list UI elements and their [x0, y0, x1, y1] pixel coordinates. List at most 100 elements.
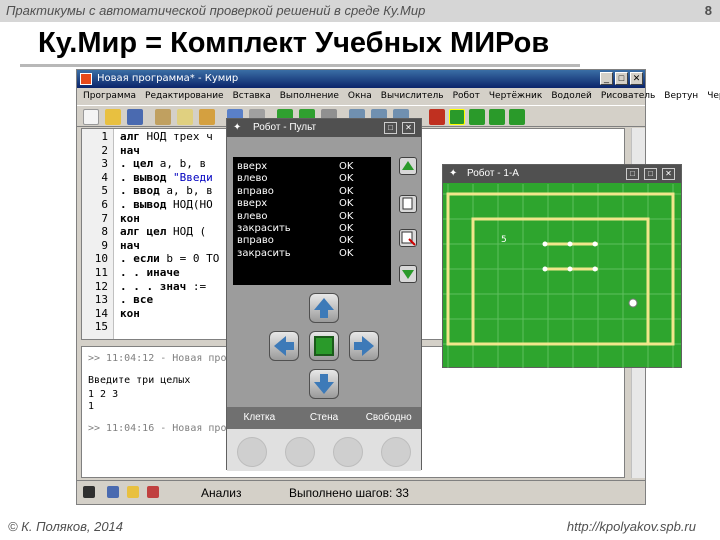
menu-item[interactable]: Программа — [83, 91, 136, 101]
line-number: 1 — [101, 130, 108, 143]
output-line: >> 11:04:16 - Новая прог — [88, 423, 233, 434]
robot-field-2-icon[interactable] — [469, 109, 485, 125]
pin-icon[interactable]: ✦ — [233, 122, 241, 133]
slide-title: Ку.Мир = Комплект Учебных МИРов — [38, 27, 550, 59]
menu-item[interactable]: Рисователь — [601, 91, 655, 101]
clear-log-button[interactable] — [399, 229, 417, 247]
code-line[interactable]: нач — [120, 240, 140, 251]
field-restore-button[interactable]: □ — [644, 168, 657, 180]
save-icon[interactable] — [127, 109, 143, 125]
menu-item[interactable]: Чертёжник — [489, 91, 542, 101]
open-folder-icon[interactable] — [105, 109, 121, 125]
field-markers — [542, 241, 598, 272]
code-keyword: . вывод — [120, 170, 173, 184]
menu-item[interactable]: Редактирование — [145, 91, 224, 101]
code-line[interactable]: . вывод "Введи — [120, 172, 213, 183]
code-line[interactable]: . если b = 0 ТО — [120, 253, 219, 264]
indicator-3[interactable] — [333, 437, 363, 467]
counter-icon[interactable] — [429, 109, 445, 125]
sensor-label[interactable]: Свободно — [356, 407, 421, 429]
console-close-button[interactable]: ✕ — [402, 122, 415, 134]
log-result: OK — [339, 210, 354, 222]
new-file-icon[interactable] — [83, 109, 99, 125]
menu-item[interactable]: Вставка — [233, 91, 271, 101]
scroll-down-button[interactable] — [399, 265, 417, 283]
code-keyword: . все — [120, 293, 154, 307]
left-arrow-icon — [274, 336, 294, 356]
output-line: 1 2 3 — [88, 389, 119, 400]
robot-field-icon[interactable] — [449, 109, 465, 125]
code-text: := — [192, 279, 207, 293]
code-line[interactable]: . цел a, b, в — [120, 158, 206, 169]
menu-item[interactable]: Водолей — [551, 91, 592, 101]
copy-log-button[interactable] — [399, 195, 417, 213]
paint-button[interactable] — [309, 331, 339, 361]
code-line[interactable]: . все — [120, 294, 153, 305]
slide-header: Практикумы с автоматической проверкой ре… — [6, 3, 426, 18]
arrow-up-icon — [402, 161, 414, 170]
field-close-button[interactable]: ✕ — [662, 168, 675, 180]
code-keyword: . . . знач — [120, 279, 193, 293]
open-output-icon[interactable] — [127, 486, 139, 498]
robot-field-grid[interactable]: 5 — [443, 184, 681, 368]
down-arrow-icon — [314, 374, 334, 394]
field-titlebar[interactable]: ✦ Робот - 1-А □ □ ✕ — [443, 165, 681, 183]
log-command: влево — [237, 210, 268, 222]
window-titlebar[interactable]: Новая программа* - Кумир _ □ ✕ — [77, 70, 645, 88]
scroll-up-button[interactable] — [399, 157, 417, 175]
line-number: 15 — [94, 320, 108, 334]
close-button[interactable]: ✕ — [630, 72, 643, 85]
sensor-bar: Клетка Стена Свободно — [227, 407, 421, 429]
robot-field-4-icon[interactable] — [509, 109, 525, 125]
indicator-1[interactable] — [237, 437, 267, 467]
code-line[interactable]: алг цел НОД ( — [120, 226, 206, 237]
sensor-label[interactable]: Стена — [292, 407, 357, 429]
move-up-button[interactable] — [309, 293, 339, 323]
code-line[interactable]: нач — [120, 145, 140, 156]
code-line[interactable]: . вывод НОД(НО — [120, 199, 213, 210]
log-command: вверх — [237, 198, 268, 210]
code-line[interactable]: . ввод a, b, в — [120, 185, 213, 196]
menu-item[interactable]: Выполнение — [280, 91, 339, 101]
code-line[interactable]: алг НОД трех ч — [120, 131, 213, 142]
line-number: 4 — [101, 170, 108, 184]
menu-item[interactable]: Вычислитель — [381, 91, 444, 101]
code-keyword: . вывод — [120, 198, 173, 211]
field-pin-icon[interactable]: ✦ — [449, 168, 457, 179]
robot-field-window: ✦ Робот - 1-А □ □ ✕ 5 — [442, 164, 682, 368]
log-result: OK — [339, 223, 354, 234]
menu-item[interactable]: Окна — [348, 91, 372, 101]
menu-item[interactable]: Черепаха — [707, 91, 720, 101]
save-output-icon[interactable] — [107, 486, 119, 498]
code-keyword: кон — [120, 211, 140, 225]
field-minimize-button[interactable]: □ — [626, 168, 639, 180]
move-left-button[interactable] — [269, 331, 299, 361]
move-right-button[interactable] — [349, 331, 379, 361]
paste-icon[interactable] — [199, 109, 215, 125]
console-titlebar[interactable]: ✦ Робот - Пульт □ ✕ — [227, 119, 421, 137]
line-number: 2 — [101, 143, 108, 157]
console-restore-button[interactable]: □ — [384, 122, 397, 134]
code-line[interactable]: кон — [120, 308, 140, 319]
robot-field-3-icon[interactable] — [489, 109, 505, 125]
clear-output-icon[interactable] — [147, 486, 159, 498]
line-number: 11 — [94, 266, 108, 279]
code-line[interactable]: кон — [120, 213, 140, 224]
menu-item[interactable]: Робот — [453, 91, 480, 101]
line-number: 8 — [101, 225, 108, 239]
move-down-button[interactable] — [309, 369, 339, 399]
code-line[interactable]: . . . знач := — [120, 281, 206, 292]
sensor-label[interactable]: Клетка — [227, 407, 292, 429]
code-line[interactable]: . . иначе — [120, 267, 180, 278]
copy-icon[interactable] — [177, 109, 193, 125]
cut-icon[interactable] — [155, 109, 171, 125]
maximize-button[interactable]: □ — [615, 72, 628, 85]
indicator-2[interactable] — [285, 437, 315, 467]
terminal-icon[interactable] — [83, 486, 95, 498]
page-number: 8 — [704, 3, 712, 18]
indicator-4[interactable] — [381, 437, 411, 467]
footer-url[interactable]: http://kpolyakov.spb.ru — [567, 519, 696, 534]
code-text: НОД ( — [172, 225, 207, 239]
minimize-button[interactable]: _ — [600, 72, 613, 85]
menu-item[interactable]: Вертун — [664, 91, 698, 101]
